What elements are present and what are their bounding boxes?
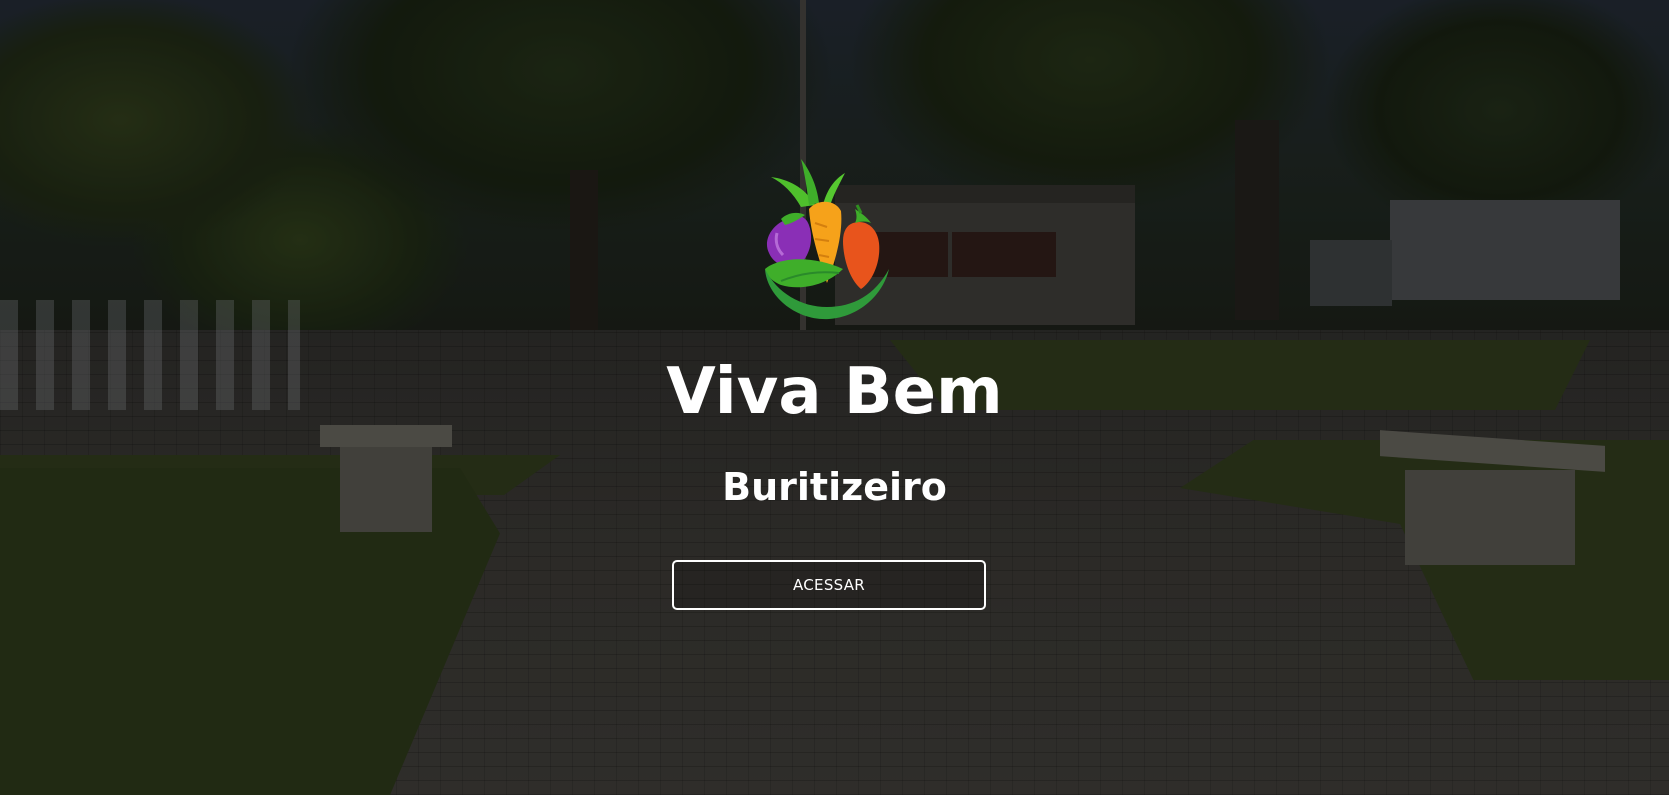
city-subtitle: Buritizeiro	[722, 465, 947, 509]
vegetables-logo-icon	[765, 159, 889, 320]
access-button[interactable]: ACESSAR	[672, 560, 986, 610]
hero-section: Viva Bem Buritizeiro ACESSAR	[0, 0, 1669, 795]
hero-content: Viva Bem Buritizeiro ACESSAR	[0, 0, 1669, 795]
site-title: Viva Bem	[666, 355, 1003, 429]
